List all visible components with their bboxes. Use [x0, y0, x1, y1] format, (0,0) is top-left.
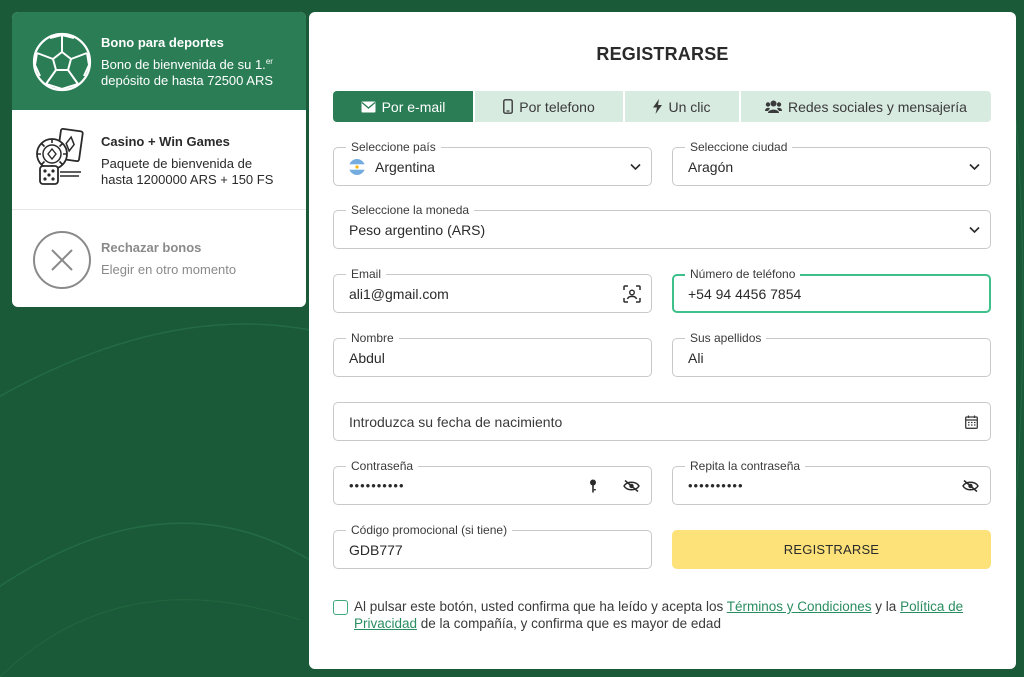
registration-form-panel: REGISTRARSE Por e-mail Por telefono Un c… — [309, 12, 1016, 669]
form-title: REGISTRARSE — [596, 44, 729, 64]
tab-email-label: Por e-mail — [381, 98, 446, 115]
first-name-value: Abdul — [349, 349, 385, 366]
bonus-casino-description: Paquete de bienvenida de hasta 1200000 A… — [101, 156, 274, 187]
bonus-option-sports[interactable]: Bono para deportes Bono de bienvenida de… — [12, 12, 306, 110]
consent-checkbox[interactable] — [333, 600, 348, 615]
phone-value: +54 94 4456 7854 — [688, 285, 802, 302]
email-field[interactable]: Email ali1@gmail.com — [333, 267, 652, 313]
city-select[interactable]: Seleccione ciudad Aragón — [672, 140, 991, 186]
promo-code-value: GDB777 — [349, 541, 403, 558]
country-value: Argentina — [375, 158, 435, 175]
phone-field[interactable]: Número de teléfono +54 94 4456 7854 — [672, 267, 991, 313]
bonus-selection-panel: Bono para deportes Bono de bienvenida de… — [12, 12, 306, 307]
last-name-value: Ali — [688, 349, 704, 366]
consent-text-before: Al pulsar este botón, usted confirma que… — [354, 599, 727, 614]
currency-select[interactable]: Seleccione la moneda Peso argentino (ARS… — [333, 203, 991, 249]
birthdate-placeholder: Introduzca su fecha de nacimiento — [349, 413, 563, 430]
chevron-down-icon — [969, 163, 980, 170]
bonus-sports-title: Bono para deportes — [101, 35, 224, 50]
password-repeat-field[interactable]: Repita la contraseña •••••••••• — [672, 459, 991, 505]
chevron-down-icon — [630, 163, 641, 170]
promo-code-field[interactable]: Código promocional (si tiene) GDB777 — [333, 523, 652, 569]
email-value: ali1@gmail.com — [349, 285, 449, 302]
eye-slash-icon[interactable] — [623, 479, 640, 492]
tab-one-click[interactable]: Un clic — [623, 91, 739, 122]
password-field[interactable]: Contraseña •••••••••• — [333, 459, 652, 505]
consent-text-after: de la compañía, y confirma que es mayor … — [417, 616, 721, 631]
close-circle-icon — [33, 231, 91, 289]
tab-phone[interactable]: Por telefono — [473, 91, 623, 122]
terms-link[interactable]: Términos y Condiciones — [727, 599, 872, 614]
eye-slash-icon[interactable] — [962, 479, 979, 492]
birthdate-field[interactable]: Introduzca su fecha de nacimiento — [333, 402, 991, 441]
registration-method-tabs: Por e-mail Por telefono Un clic Redes so… — [333, 91, 991, 122]
soccer-ball-icon — [32, 32, 92, 92]
users-icon — [765, 100, 782, 113]
envelope-icon — [361, 101, 376, 112]
first-name-field[interactable]: Nombre Abdul — [333, 331, 652, 377]
currency-value: Peso argentino (ARS) — [349, 221, 486, 238]
password-value: •••••••••• — [349, 478, 405, 493]
lightning-icon — [653, 99, 663, 114]
password-repeat-value: •••••••••• — [688, 478, 744, 493]
chevron-down-icon — [969, 226, 980, 233]
bonus-reject-title: Rechazar bonos — [101, 240, 202, 255]
bonus-casino-title: Casino + Win Games — [101, 134, 230, 149]
phone-icon — [503, 99, 514, 114]
face-scan-icon[interactable] — [623, 284, 641, 303]
bonus-option-reject[interactable]: Rechazar bonos Elegir en otro momento — [12, 210, 306, 307]
bonus-sports-description: Bono de bienvenida de su 1.er depósito d… — [101, 57, 274, 88]
casino-chips-cards-dice-icon — [36, 128, 84, 185]
terms-consent: Al pulsar este botón, usted confirma que… — [333, 598, 993, 632]
bonus-reject-description: Elegir en otro momento — [101, 262, 237, 277]
argentina-flag-icon — [349, 158, 365, 175]
tab-social-networks[interactable]: Redes sociales y mensajería — [739, 91, 991, 122]
key-icon[interactable] — [589, 479, 597, 493]
tab-email[interactable]: Por e-mail — [333, 91, 473, 122]
last-name-field[interactable]: Sus apellidos Ali — [672, 331, 991, 377]
consent-text-middle: y la — [871, 599, 901, 614]
tab-phone-label: Por telefono — [519, 98, 595, 115]
tab-social-label: Redes sociales y mensajería — [788, 98, 967, 115]
tab-one-click-label: Un clic — [668, 98, 711, 115]
country-select[interactable]: Seleccione país Argentina — [333, 140, 652, 186]
calendar-icon[interactable] — [965, 415, 978, 429]
city-value: Aragón — [688, 158, 734, 175]
bonus-option-casino[interactable]: Casino + Win Games Paquete de bienvenida… — [12, 110, 306, 210]
register-submit-button[interactable]: REGISTRARSE — [672, 530, 991, 569]
